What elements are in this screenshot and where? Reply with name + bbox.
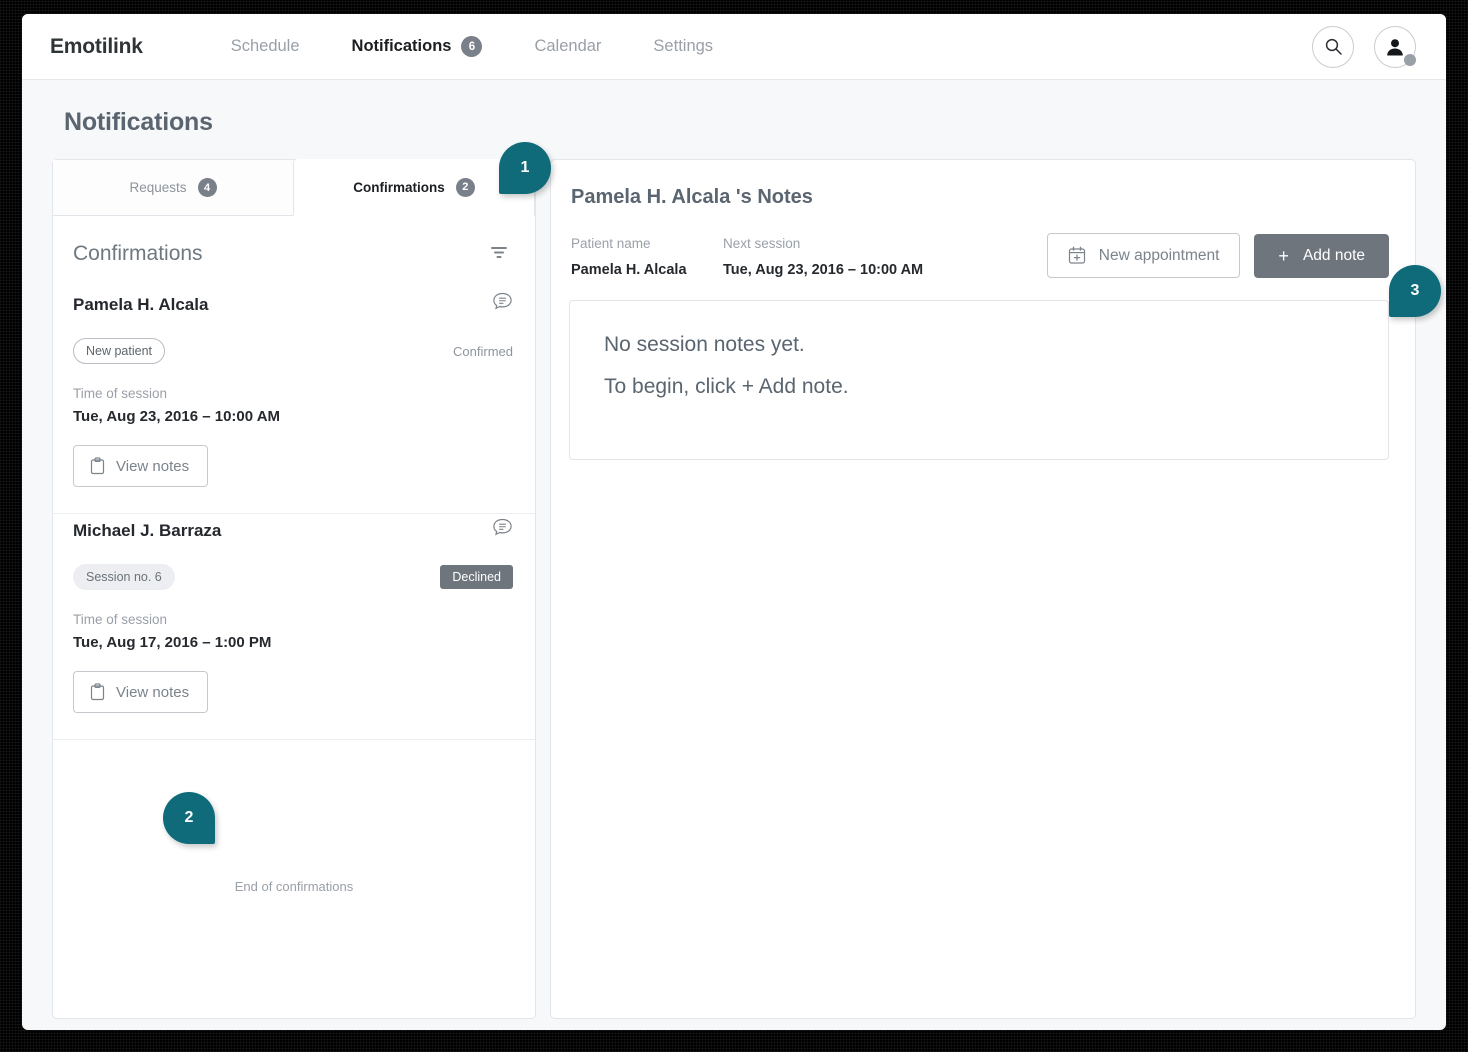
step-marker-2: 2: [163, 792, 215, 844]
message-bubble-icon-glyph: [492, 518, 513, 538]
patient-name-block: Patient name Pamela H. Alcala: [571, 236, 723, 278]
tab-label-confirmations: Confirmations: [353, 180, 445, 195]
nav-label-calendar: Calendar: [534, 37, 601, 56]
new-appointment-button[interactable]: New appointment: [1047, 233, 1241, 278]
empty-notes-state: No session notes yet. To begin, click + …: [569, 300, 1389, 460]
tab-badge-requests: 4: [198, 178, 217, 197]
user-avatar-button[interactable]: [1374, 26, 1416, 68]
filter-icon-glyph: [489, 245, 509, 259]
patient-tag: Session no. 6: [73, 564, 175, 590]
session-time-value: Tue, Aug 23, 2016 – 10:00 AM: [73, 408, 513, 425]
device-frame: Emotilink Schedule Notifications 6 Calen…: [0, 0, 1468, 1052]
notes-meta-row: Patient name Pamela H. Alcala Next sessi…: [569, 233, 1389, 278]
page-title: Notifications: [52, 80, 1416, 159]
search-button[interactable]: [1312, 26, 1354, 68]
add-note-label: Add note: [1303, 247, 1365, 265]
list-header: Confirmations: [53, 216, 535, 288]
view-notes-label: View notes: [116, 684, 189, 701]
status-badge: Declined: [440, 565, 513, 589]
avatar-status-dot: [1404, 54, 1416, 66]
message-bubble-icon[interactable]: [492, 518, 513, 543]
clipboard-icon: [90, 683, 105, 701]
notes-panel-title: Pamela H. Alcala 's Notes: [569, 186, 1389, 209]
patient-name-value: Pamela H. Alcala: [571, 262, 723, 278]
patient-name: Michael J. Barraza: [73, 521, 221, 541]
card-header-row: Michael J. Barraza: [73, 518, 513, 543]
status-badge: Confirmed: [453, 344, 513, 359]
add-note-button[interactable]: + Add note: [1254, 234, 1389, 278]
search-icon: [1324, 37, 1343, 56]
patient-name: Pamela H. Alcala: [73, 295, 208, 315]
card-header-row: Pamela H. Alcala: [73, 292, 513, 317]
card-tag-row: Session no. 6 Declined: [73, 564, 513, 590]
content-columns: 1 Requests 4 Confirmations 2 Confirmatio…: [52, 159, 1416, 1019]
step-marker-3: 3: [1389, 265, 1441, 317]
app-brand-logo: Emotilink: [50, 35, 143, 59]
list-heading: Confirmations: [73, 242, 203, 266]
next-session-label: Next session: [723, 236, 923, 251]
plus-icon: +: [1278, 247, 1289, 265]
view-notes-button[interactable]: View notes: [73, 671, 208, 713]
session-time-label: Time of session: [73, 612, 513, 627]
view-notes-button[interactable]: View notes: [73, 445, 208, 487]
calendar-plus-icon: [1068, 246, 1086, 265]
nav-item-settings[interactable]: Settings: [627, 37, 739, 56]
empty-state-headline: No session notes yet.: [604, 333, 1354, 357]
session-time-label: Time of session: [73, 386, 513, 401]
tab-requests[interactable]: Requests 4: [53, 160, 293, 216]
filter-icon[interactable]: [489, 245, 509, 264]
top-navigation-bar: Emotilink Schedule Notifications 6 Calen…: [22, 14, 1446, 80]
notes-action-buttons: New appointment + Add note: [1047, 233, 1389, 278]
session-time-value: Tue, Aug 17, 2016 – 1:00 PM: [73, 634, 513, 651]
card-tag-row: New patient Confirmed: [73, 338, 513, 364]
notes-detail-panel: 3 Pamela H. Alcala 's Notes Patient name…: [550, 159, 1416, 1019]
message-bubble-icon-glyph: [492, 292, 513, 312]
nav-label-notifications: Notifications: [352, 37, 452, 56]
nav-badge-notifications: 6: [461, 36, 482, 57]
confirmation-card[interactable]: Pamela H. Alcala New patient C: [53, 288, 535, 514]
new-appointment-label: New appointment: [1099, 247, 1220, 265]
nav-item-notifications[interactable]: Notifications 6: [326, 36, 509, 57]
notifications-tabs: Requests 4 Confirmations 2: [53, 160, 535, 216]
nav-label-settings: Settings: [653, 37, 713, 56]
main-nav-links: Schedule Notifications 6 Calendar Settin…: [205, 36, 739, 57]
app-window: Emotilink Schedule Notifications 6 Calen…: [22, 14, 1446, 1030]
message-bubble-icon[interactable]: [492, 292, 513, 317]
notifications-list-panel: 1 Requests 4 Confirmations 2 Confirmatio…: [52, 159, 536, 1019]
next-session-block: Next session Tue, Aug 23, 2016 – 10:00 A…: [723, 236, 923, 278]
clipboard-icon: [90, 457, 105, 475]
view-notes-label: View notes: [116, 458, 189, 475]
step-marker-1: 1: [499, 142, 551, 194]
page-content: Notifications 1 Requests 4 Confirmations…: [22, 80, 1446, 1019]
empty-state-subtext: To begin, click + Add note.: [604, 375, 1354, 399]
next-session-value: Tue, Aug 23, 2016 – 10:00 AM: [723, 262, 923, 278]
end-of-list-text: End of confirmations: [235, 879, 354, 894]
tab-label-requests: Requests: [129, 180, 186, 195]
confirmation-card[interactable]: Michael J. Barraza Session no. 6: [53, 514, 535, 740]
nav-label-schedule: Schedule: [231, 37, 300, 56]
patient-name-label: Patient name: [571, 236, 723, 251]
tab-badge-confirmations: 2: [456, 178, 475, 197]
list-end-zone: 2 End of confirmations: [53, 740, 535, 1012]
nav-item-calendar[interactable]: Calendar: [508, 37, 627, 56]
user-avatar-icon: [1384, 36, 1406, 58]
patient-tag: New patient: [73, 338, 165, 364]
nav-right-actions: [1312, 26, 1416, 68]
nav-item-schedule[interactable]: Schedule: [205, 37, 326, 56]
